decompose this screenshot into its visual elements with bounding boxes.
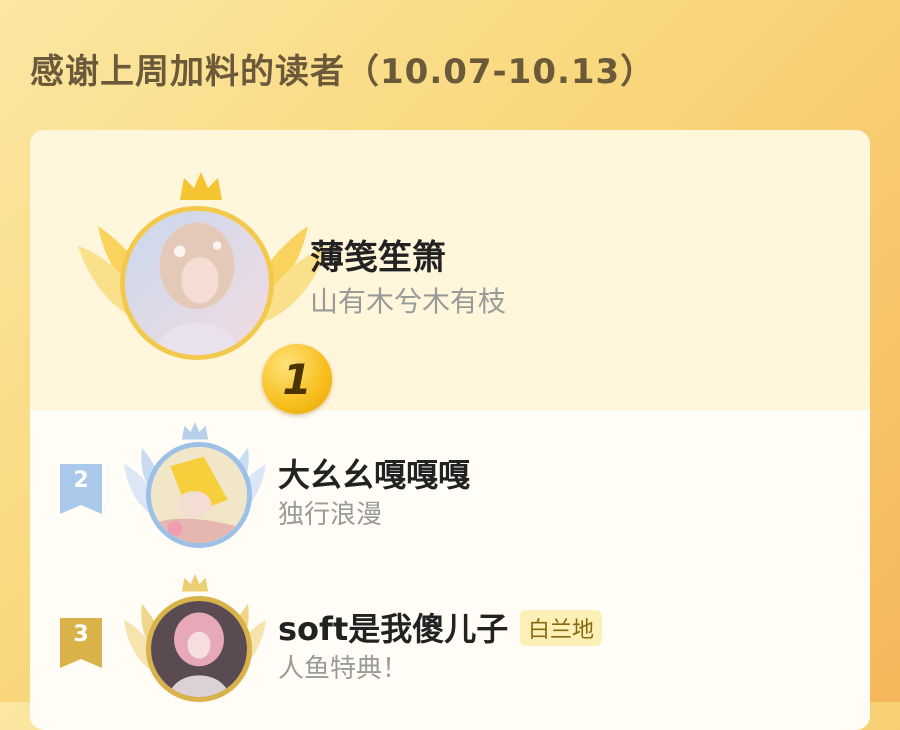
reader-name[interactable]: 薄笺笙箫 xyxy=(310,230,446,279)
reader-subtitle: 山有木兮木有枝 xyxy=(310,285,507,318)
reader-subtitle: 人鱼特典！ xyxy=(278,654,409,684)
reader-name[interactable]: 大幺幺嘎嘎嘎 xyxy=(278,450,470,496)
avatar xyxy=(146,442,252,548)
reader-name[interactable]: soft是我傻儿子 xyxy=(278,604,508,650)
leaderboard-card: 1 薄笺笙箫 山有木兮木有枝 2 大幺幺嘎嘎嘎 独行浪漫 3 soft是我傻儿子… xyxy=(30,130,870,730)
crown-icon xyxy=(180,172,222,200)
gift-tag: 白兰地 xyxy=(520,610,603,646)
reader-subtitle: 独行浪漫 xyxy=(278,500,383,530)
rank-2-badge: 2 xyxy=(60,464,102,514)
rank-1-badge: 1 xyxy=(262,344,332,414)
crown-icon xyxy=(181,574,209,592)
page-title: 感谢上周加料的读者（10.07-10.13） xyxy=(30,52,656,92)
rank-3-badge: 3 xyxy=(60,618,102,668)
crown-icon xyxy=(181,422,209,440)
avatar xyxy=(120,206,274,360)
rank-1-avatar-frame: 1 xyxy=(78,172,332,414)
avatar xyxy=(146,596,252,702)
